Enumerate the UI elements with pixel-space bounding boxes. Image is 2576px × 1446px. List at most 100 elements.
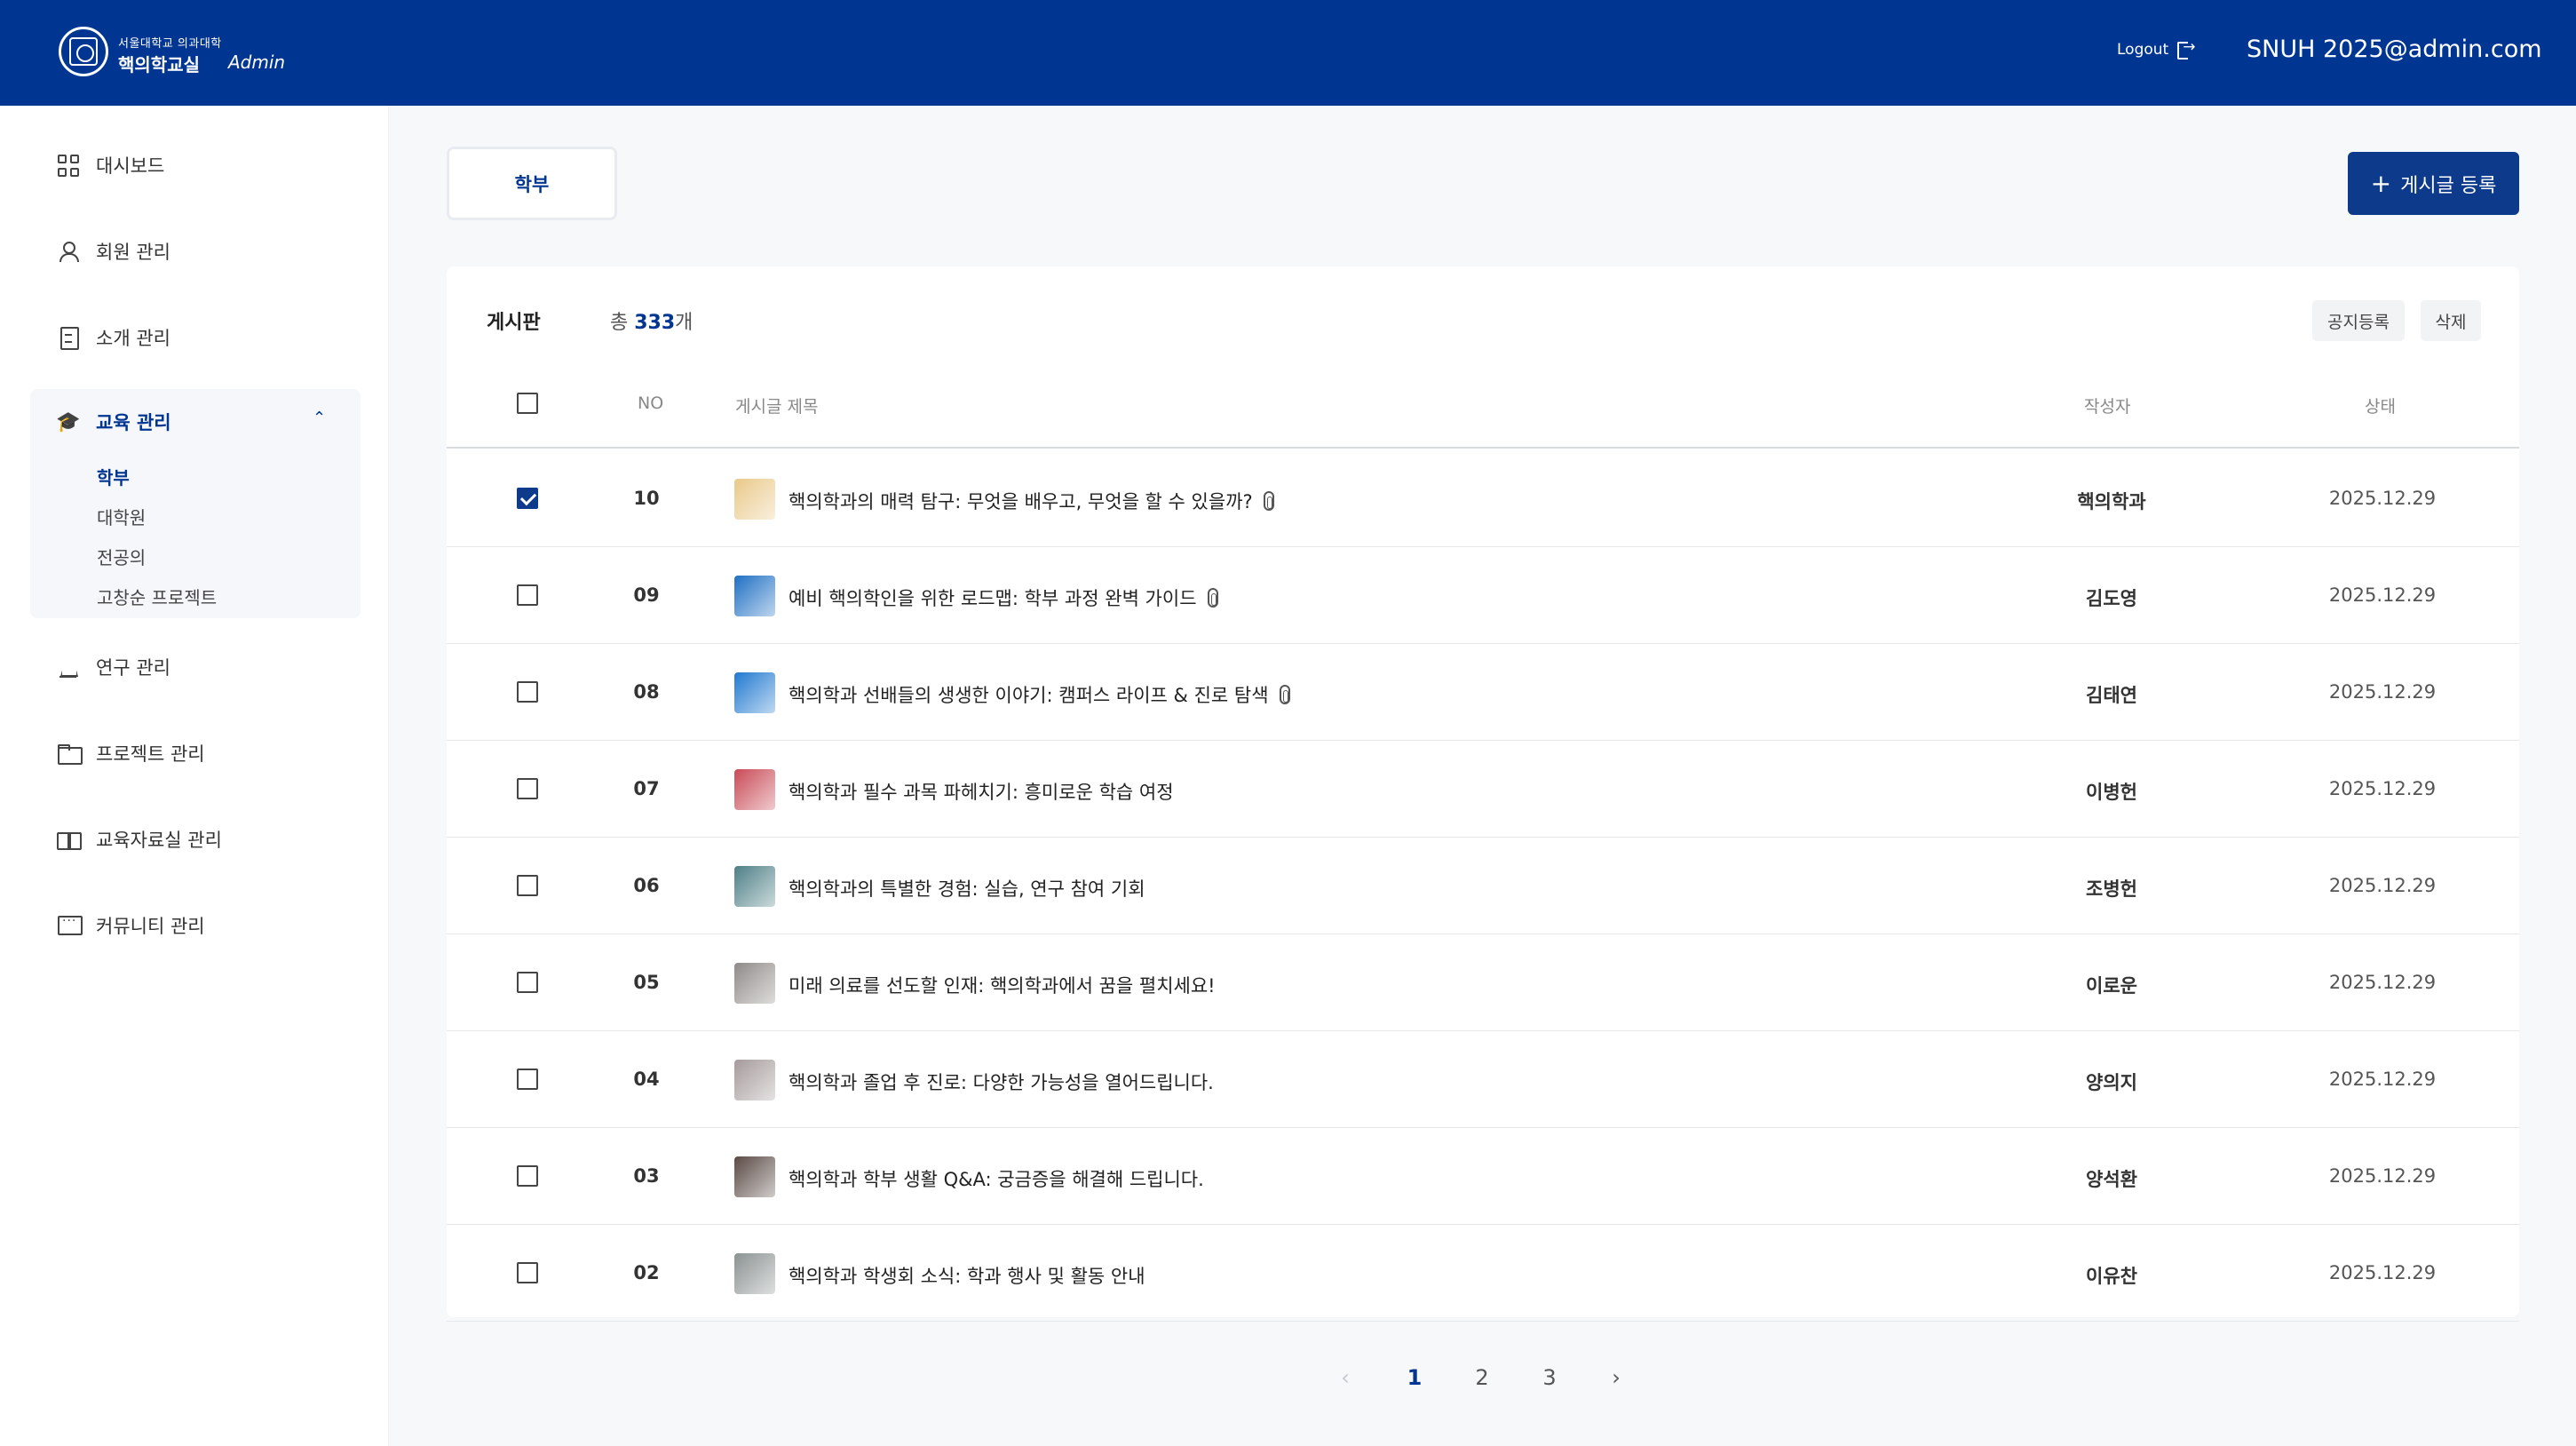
row-checkbox[interactable] [517,972,538,993]
chevron-up-icon[interactable]: ⌃ [313,409,326,427]
post-thumbnail [734,1253,775,1294]
logout-label: Logout [2117,41,2169,59]
sidebar-item-community[interactable]: 커뮤니티 관리 [57,912,205,939]
table-row[interactable]: 07 핵의학과 필수 과목 파헤치기: 흥미로운 학습 여정 이병헌 2025.12.… [447,741,2519,838]
pagination-prev-button[interactable]: ‹ [1332,1365,1359,1390]
post-title-link[interactable]: 핵의학과 선배들의 생생한 이야기: 캠퍼스 라이프 & 진로 탐색 [789,681,1290,708]
dashboard-grid-icon [57,154,80,177]
sidebar-item-intro[interactable]: 소개 관리 [57,324,170,351]
pagination-next-button[interactable]: › [1603,1365,1629,1390]
tab-undergraduate[interactable]: 학부 [447,147,617,220]
sidebar-item-label: 커뮤니티 관리 [96,916,205,937]
row-number: 03 [633,1165,660,1187]
pagination-page-3[interactable]: 3 [1536,1365,1563,1390]
row-number: 04 [633,1069,660,1090]
select-all-checkbox[interactable] [517,393,538,414]
row-author: 핵의학과 [2077,491,2146,512]
attachment-clip-icon [1279,685,1290,704]
table-row[interactable]: 04 핵의학과 졸업 후 진로: 다양한 가능성을 열어드립니다. 양의지 2025.… [447,1031,2519,1128]
notice-register-button[interactable]: 공지등록 [2312,300,2405,341]
table-row[interactable]: 06 핵의학과의 특별한 경험: 실습, 연구 참여 기회 조병헌 2025.12.2… [447,838,2519,934]
row-date: 2025.12.29 [2328,681,2437,703]
create-post-label: 게시글 등록 [2400,174,2497,197]
logout-button[interactable]: Logout [2117,38,2195,60]
row-author: 이유찬 [2086,1266,2137,1287]
row-checkbox[interactable] [517,778,538,799]
post-title-link[interactable]: 핵의학과 학부 생활 Q&A: 궁금증을 해결해 드립니다. [789,1165,1204,1192]
sidebar-item-education[interactable]: 🎓 교육 관리 [56,409,170,435]
row-date: 2025.12.29 [2328,1262,2437,1283]
table-row[interactable]: 10 핵의학과의 매력 탐구: 무엇을 배우고, 무엇을 할 수 있을까? 핵의학과… [447,450,2519,547]
chat-icon [57,914,83,937]
pagination-page-1[interactable]: 1 [1401,1365,1428,1390]
sidebar-item-label: 대시보드 [96,155,165,177]
row-author: 이로운 [2086,975,2137,997]
board-panel: 게시판 총 333개 공지등록 삭제 NO 게시글 제목 작성자 상태 10 핵의… [447,266,2519,1322]
post-title-link[interactable]: 미래 의료를 선도할 인재: 핵의학과에서 꿈을 펼치세요! [789,972,1216,998]
post-title-link[interactable]: 핵의학과의 특별한 경험: 실습, 연구 참여 기회 [789,875,1145,902]
table-row[interactable]: 09 예비 핵의학인을 위한 로드맵: 학부 과정 완벽 가이드 김도영 2025.1… [447,547,2519,644]
sidebar-item-projects[interactable]: 프로젝트 관리 [57,740,205,767]
attachment-clip-icon [1263,491,1274,511]
post-thumbnail [734,769,775,810]
post-title-link[interactable]: 예비 핵의학인을 위한 로드맵: 학부 과정 완벽 가이드 [789,584,1218,611]
row-checkbox[interactable] [517,1262,538,1283]
post-title: 핵의학과 학생회 소식: 학과 행사 및 활동 안내 [789,1266,1145,1287]
brand-title: 핵의학교실 [118,54,200,75]
row-checkbox[interactable] [517,584,538,606]
table-row[interactable]: 08 핵의학과 선배들의 생생한 이야기: 캠퍼스 라이프 & 진로 탐색 김태연 2… [447,644,2519,741]
university-logo-icon[interactable] [59,27,108,76]
row-author: 조병헌 [2086,878,2137,900]
table-row[interactable]: 05 미래 의료를 선도할 인재: 핵의학과에서 꿈을 펼치세요! 이로운 2025.… [447,934,2519,1031]
pagination-page-2[interactable]: 2 [1469,1365,1495,1390]
post-title-link[interactable]: 핵의학과의 매력 탐구: 무엇을 배우고, 무엇을 할 수 있을까? [789,488,1274,514]
sidebar-item-dashboard[interactable]: 대시보드 [57,152,164,179]
post-title: 핵의학과 졸업 후 진로: 다양한 가능성을 열어드립니다. [789,1072,1214,1093]
row-number: 09 [633,584,660,606]
post-title: 핵의학과 필수 과목 파헤치기: 흥미로운 학습 여정 [789,782,1174,803]
sidebar-item-label: 소개 관리 [96,328,170,349]
folder-icon [57,742,83,765]
post-title-link[interactable]: 핵의학과 필수 과목 파헤치기: 흥미로운 학습 여정 [789,778,1174,805]
sidebar-item-research[interactable]: 연구 관리 [57,654,170,680]
column-header-status: 상태 [2365,397,2396,417]
post-title-link[interactable]: 핵의학과 졸업 후 진로: 다양한 가능성을 열어드립니다. [789,1069,1214,1095]
row-date: 2025.12.29 [2328,778,2437,799]
row-number: 10 [633,488,660,509]
row-checkbox[interactable] [517,681,538,703]
row-date: 2025.12.29 [2328,1165,2437,1187]
post-title: 핵의학과의 매력 탐구: 무엇을 배우고, 무엇을 할 수 있을까? [789,491,1253,512]
sidebar-item-members[interactable]: 회원 관리 [57,238,170,265]
brand-subtitle: 서울대학교 의과대학 [118,37,222,51]
post-thumbnail [734,1060,775,1100]
row-checkbox[interactable] [517,1069,538,1090]
row-number: 06 [633,875,660,896]
row-checkbox[interactable] [517,1165,538,1187]
row-author: 양의지 [2086,1072,2137,1093]
sidebar-subitem-graduate[interactable]: 대학원 [97,504,146,529]
document-icon [57,326,80,350]
attachment-clip-icon [1207,588,1218,608]
table-row[interactable]: 03 핵의학과 학부 생활 Q&A: 궁금증을 해결해 드립니다. 양석환 2025.… [447,1128,2519,1225]
post-title: 핵의학과의 특별한 경험: 실습, 연구 참여 기회 [789,878,1145,900]
sidebar-item-library[interactable]: 교육자료실 관리 [57,826,222,853]
sidebar-subitem-project[interactable]: 고창순 프로젝트 [97,584,217,609]
create-post-button[interactable]: + 게시글 등록 [2348,152,2519,215]
graduation-cap-icon: 🎓 [56,410,81,433]
sidebar-item-label: 프로젝트 관리 [96,743,205,765]
board-title: 게시판 [487,312,541,334]
sidebar-subitem-resident[interactable]: 전공의 [97,544,146,569]
row-checkbox[interactable] [517,875,538,896]
table-row[interactable]: 02 핵의학과 학생회 소식: 학과 행사 및 활동 안내 이유찬 2025.12.2… [447,1225,2519,1322]
sidebar-item-label: 연구 관리 [96,657,170,679]
row-checkbox[interactable] [517,488,538,509]
row-number: 02 [633,1262,660,1283]
sidebar-subitem-undergraduate[interactable]: 학부 [97,464,130,489]
table-header: NO 게시글 제목 작성자 상태 [447,360,2519,449]
row-date: 2025.12.29 [2328,972,2437,993]
delete-button[interactable]: 삭제 [2421,300,2481,341]
post-title-link[interactable]: 핵의학과 학생회 소식: 학과 행사 및 활동 안내 [789,1262,1145,1289]
post-thumbnail [734,672,775,713]
row-author: 이병헌 [2086,782,2137,803]
sidebar-group-education: 🎓 교육 관리 ⌃ 학부 대학원 전공의 고창순 프로젝트 [30,389,361,618]
